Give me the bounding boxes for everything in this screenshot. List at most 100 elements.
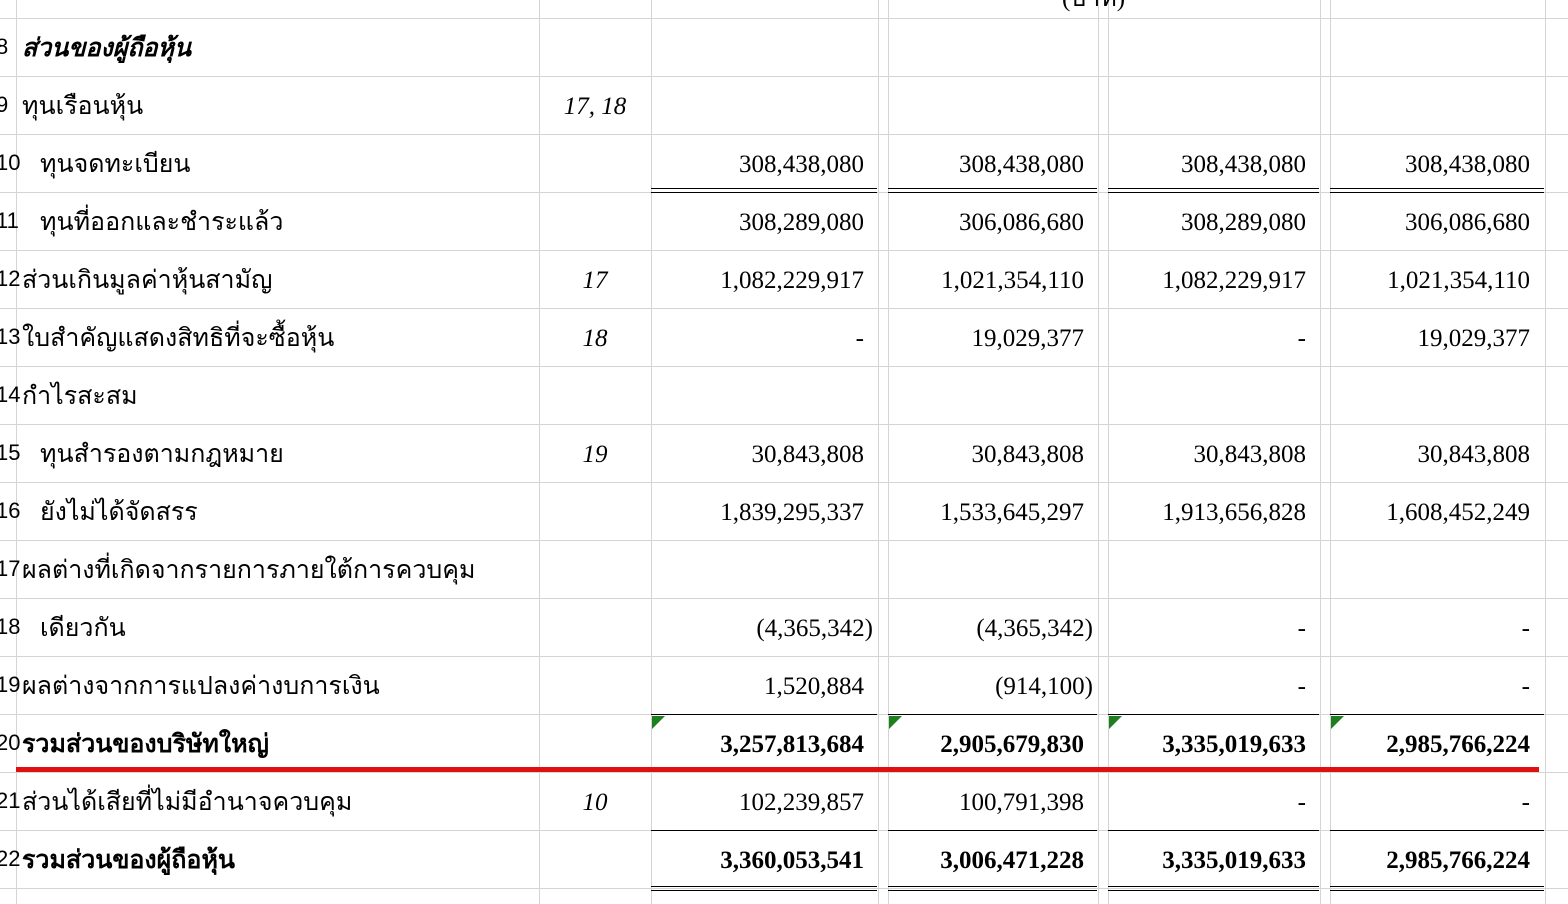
value-cell[interactable]: 2,985,766,224 [1332, 716, 1530, 774]
double-underline [1330, 188, 1544, 193]
row-header[interactable]: 21 [0, 788, 20, 814]
value-cell[interactable]: 3,335,019,633 [1110, 832, 1306, 890]
value-cell[interactable]: 1,082,229,917 [1110, 252, 1306, 310]
row-header[interactable]: 18 [0, 614, 20, 640]
note-cell[interactable]: 17 [540, 252, 650, 310]
row-label[interactable]: ทุนเรือนหุ้น [22, 78, 532, 136]
row-label[interactable]: รวมส่วนของผู้ถือหุ้น [22, 832, 532, 890]
value-cell[interactable]: 308,438,080 [1110, 136, 1306, 194]
row-header[interactable]: 22 [0, 846, 20, 872]
value-cell[interactable]: 1,608,452,249 [1332, 484, 1530, 542]
row-header[interactable]: 8 [0, 34, 8, 60]
single-underline [1330, 714, 1544, 715]
row-label[interactable]: ทุนที่ออกและชำระแล้ว [40, 194, 550, 252]
single-underline [888, 714, 1097, 715]
value-cell[interactable]: 30,843,808 [890, 426, 1085, 484]
row-header[interactable]: 14 [0, 382, 20, 408]
value-cell[interactable]: (914,100) [890, 658, 1093, 716]
note-cell[interactable]: 17, 18 [540, 78, 650, 136]
value-cell[interactable]: 308,289,080 [1110, 194, 1306, 252]
value-cell[interactable]: 1,520,884 [652, 658, 864, 716]
row-label[interactable]: ส่วนเกินมูลค่าหุ้นสามัญ [22, 252, 532, 310]
value-cell[interactable]: 1,913,656,828 [1110, 484, 1306, 542]
value-cell[interactable]: 306,086,680 [1332, 194, 1530, 252]
row-header[interactable]: 20 [0, 730, 20, 756]
row-header[interactable]: 15 [0, 440, 20, 466]
value-cell[interactable]: (4,365,342) [652, 600, 873, 658]
row-label[interactable]: เดียวกัน [40, 600, 550, 658]
value-cell[interactable]: 308,438,080 [890, 136, 1084, 194]
value-cell[interactable]: - [1110, 658, 1306, 716]
single-underline [1108, 714, 1319, 715]
value-cell[interactable]: 3,360,053,541 [652, 832, 864, 890]
row-label[interactable]: ยังไม่ได้จัดสรร [40, 484, 550, 542]
value-cell[interactable]: 100,791,398 [890, 774, 1084, 832]
value-cell[interactable]: 3,257,813,684 [652, 716, 864, 774]
value-cell[interactable]: 1,082,229,917 [652, 252, 864, 310]
value-cell[interactable]: 1,533,645,297 [890, 484, 1084, 542]
row-label[interactable]: ทุนสำรองตามกฎหมาย [40, 426, 550, 484]
value-cell[interactable]: - [1110, 774, 1306, 832]
grid-line [1545, 0, 1546, 904]
note-cell[interactable]: 10 [540, 774, 650, 832]
value-cell[interactable]: 1,021,354,110 [890, 252, 1084, 310]
double-underline [1108, 188, 1319, 193]
value-cell[interactable]: - [1332, 600, 1530, 658]
note-cell[interactable]: 19 [540, 426, 650, 484]
value-cell[interactable]: 3,006,471,228 [890, 832, 1084, 890]
row-label[interactable]: ผลต่างที่เกิดจากรายการภายใต้การควบคุม [22, 542, 532, 600]
section-heading[interactable]: ส่วนของผู้ถือหุ้น [22, 20, 532, 78]
note-cell[interactable]: 18 [540, 310, 650, 368]
value-cell[interactable]: 102,239,857 [652, 774, 864, 832]
value-cell[interactable]: 1,021,354,110 [1332, 252, 1530, 310]
single-underline [1108, 830, 1319, 831]
double-underline [888, 886, 1097, 891]
value-cell[interactable]: 2,985,766,224 [1332, 832, 1530, 890]
row-header[interactable]: 9 [0, 92, 8, 118]
value-cell[interactable]: - [652, 310, 864, 368]
unit-header-fragment: (บาท) [1062, 0, 1125, 18]
value-cell[interactable]: 19,029,377 [1332, 310, 1531, 368]
value-cell[interactable]: 30,843,808 [1332, 426, 1531, 484]
row-label[interactable]: ใบสำคัญแสดงสิทธิที่จะซื้อหุ้น [22, 310, 532, 368]
double-underline [1330, 886, 1544, 891]
single-underline [1330, 830, 1544, 831]
value-cell[interactable]: - [1332, 774, 1530, 832]
row-label[interactable]: ส่วนได้เสียที่ไม่มีอำนาจควบคุม [22, 774, 532, 832]
value-cell[interactable]: 30,843,808 [1110, 426, 1307, 484]
spreadsheet-grid: (บาท) 8 9 10 11 12 13 14 15 16 17 18 19 … [0, 0, 1568, 904]
value-cell[interactable]: 2,905,679,830 [890, 716, 1084, 774]
row-header[interactable]: 13 [0, 324, 20, 350]
value-cell[interactable]: 308,438,080 [652, 136, 864, 194]
value-cell[interactable]: - [1110, 310, 1306, 368]
value-cell[interactable]: 308,438,080 [1332, 136, 1530, 194]
value-cell[interactable]: 306,086,680 [890, 194, 1084, 252]
row-header[interactable]: 10 [0, 150, 20, 176]
row-header[interactable]: 17 [0, 556, 20, 582]
value-cell[interactable]: - [1110, 600, 1306, 658]
value-cell[interactable]: 308,289,080 [652, 194, 864, 252]
value-cell[interactable]: 1,839,295,337 [652, 484, 864, 542]
value-cell[interactable]: 3,335,019,633 [1110, 716, 1306, 774]
value-cell[interactable]: 30,843,808 [652, 426, 865, 484]
double-underline [651, 886, 877, 891]
row-header[interactable]: 19 [0, 672, 20, 698]
grid-line [0, 18, 1568, 19]
single-underline [888, 830, 1097, 831]
value-cell[interactable]: (4,365,342) [890, 600, 1093, 658]
row-header[interactable]: 16 [0, 498, 20, 524]
red-underline-annotation [16, 767, 1539, 772]
row-header[interactable]: 12 [0, 266, 20, 292]
double-underline [888, 188, 1097, 193]
row-header[interactable]: 11 [0, 208, 19, 234]
double-underline [651, 188, 877, 193]
double-underline [1108, 886, 1319, 891]
row-label[interactable]: ผลต่างจากการแปลงค่างบการเงิน [22, 658, 532, 716]
single-underline [651, 714, 877, 715]
single-underline [651, 830, 877, 831]
row-label[interactable]: กำไรสะสม [22, 368, 532, 426]
row-label[interactable]: ทุนจดทะเบียน [40, 136, 550, 194]
value-cell[interactable]: - [1332, 658, 1530, 716]
value-cell[interactable]: 19,029,377 [890, 310, 1085, 368]
row-label[interactable]: รวมส่วนของบริษัทใหญ่ [22, 716, 532, 774]
